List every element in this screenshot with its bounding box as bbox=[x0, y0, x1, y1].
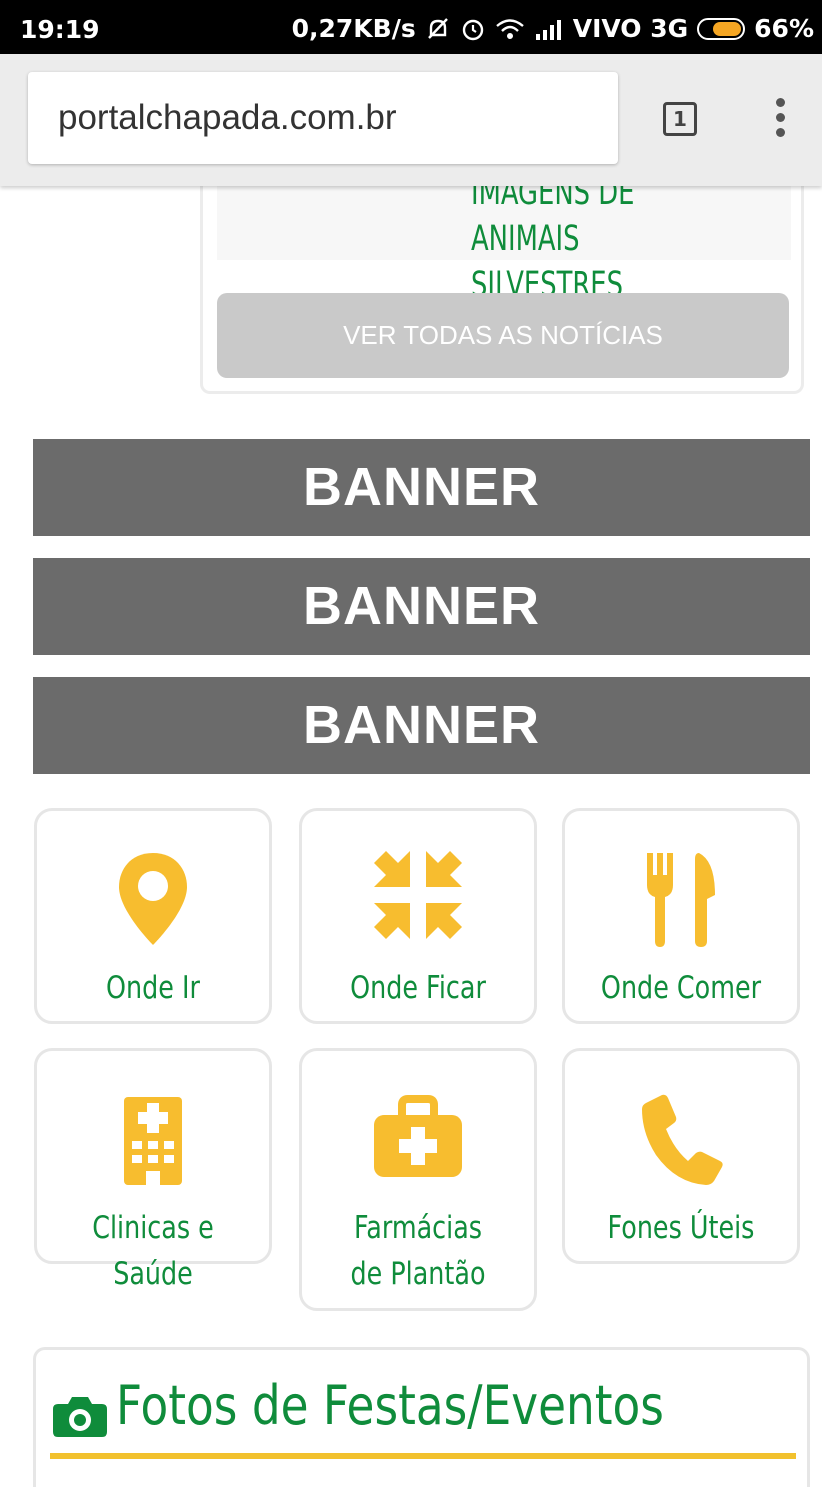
news-item-title[interactable]: IMAGENS DE ANIMAIS SILVESTRES bbox=[471, 170, 725, 308]
alarm-icon bbox=[462, 19, 483, 40]
view-all-news-button[interactable]: VER TODAS AS NOTÍCIAS bbox=[217, 293, 789, 378]
status-time: 19:19 bbox=[20, 15, 100, 44]
carrier-name: VIVO 3G bbox=[572, 14, 689, 43]
news-card: IMAGENS DE ANIMAIS SILVESTRES VER TODAS … bbox=[200, 150, 804, 394]
hospital-icon bbox=[124, 1097, 182, 1185]
banner-3[interactable]: BANNER bbox=[33, 677, 810, 774]
tile-onde-comer[interactable]: Onde Comer bbox=[562, 808, 800, 1024]
url-bar[interactable]: portalchapada.com.br bbox=[28, 72, 618, 164]
tile-onde-ir[interactable]: Onde Ir bbox=[34, 808, 272, 1024]
camera-icon bbox=[53, 1397, 107, 1437]
map-pin-icon bbox=[119, 853, 187, 945]
banner-2[interactable]: BANNER bbox=[33, 558, 810, 655]
compress-arrows-icon bbox=[374, 851, 462, 939]
photos-section-title[interactable]: Fotos de Festas/Eventos bbox=[116, 1374, 664, 1437]
battery-percent: 66% bbox=[754, 14, 814, 43]
url-text[interactable]: portalchapada.com.br bbox=[58, 98, 397, 138]
battery-icon bbox=[697, 17, 746, 40]
fork-knife-icon bbox=[647, 853, 715, 947]
status-bar: 19:19 0,27KB/s VIVO 3G 66% bbox=[0, 0, 822, 54]
tile-label: Onde Ir bbox=[106, 970, 200, 1006]
tile-onde-ficar[interactable]: Onde Ficar bbox=[299, 808, 537, 1024]
tile-fones-uteis[interactable]: Fones Úteis bbox=[562, 1048, 800, 1264]
tile-label: Farmácias de Plantão bbox=[350, 1210, 486, 1292]
signal-icon bbox=[535, 19, 561, 40]
phone-icon bbox=[642, 1094, 723, 1185]
notifications-off-icon bbox=[427, 17, 448, 39]
medical-kit-icon bbox=[374, 1095, 462, 1177]
photos-section: Fotos de Festas/Eventos bbox=[33, 1347, 810, 1487]
tile-clinicas-saude[interactable]: Clinicas e Saúde bbox=[34, 1048, 272, 1292]
browser-toolbar: portalchapada.com.br 1 bbox=[0, 54, 822, 186]
wifi-icon bbox=[495, 18, 524, 39]
network-speed: 0,27KB/s bbox=[291, 14, 416, 43]
section-divider bbox=[50, 1453, 796, 1459]
tile-label: Fones Úteis bbox=[607, 1210, 755, 1246]
banner-1[interactable]: BANNER bbox=[33, 439, 810, 536]
status-icons: 0,27KB/s VIVO 3G 66% bbox=[292, 14, 814, 43]
tab-switcher-button[interactable]: 1 bbox=[663, 102, 697, 136]
tile-label: Onde Comer bbox=[600, 970, 762, 1006]
browser-menu-button[interactable] bbox=[760, 98, 800, 142]
tile-label: Onde Ficar bbox=[350, 970, 486, 1006]
tile-farmacias-plantao[interactable]: Farmácias de Plantão bbox=[299, 1048, 537, 1311]
tile-label: Clinicas e Saúde bbox=[92, 1210, 214, 1292]
